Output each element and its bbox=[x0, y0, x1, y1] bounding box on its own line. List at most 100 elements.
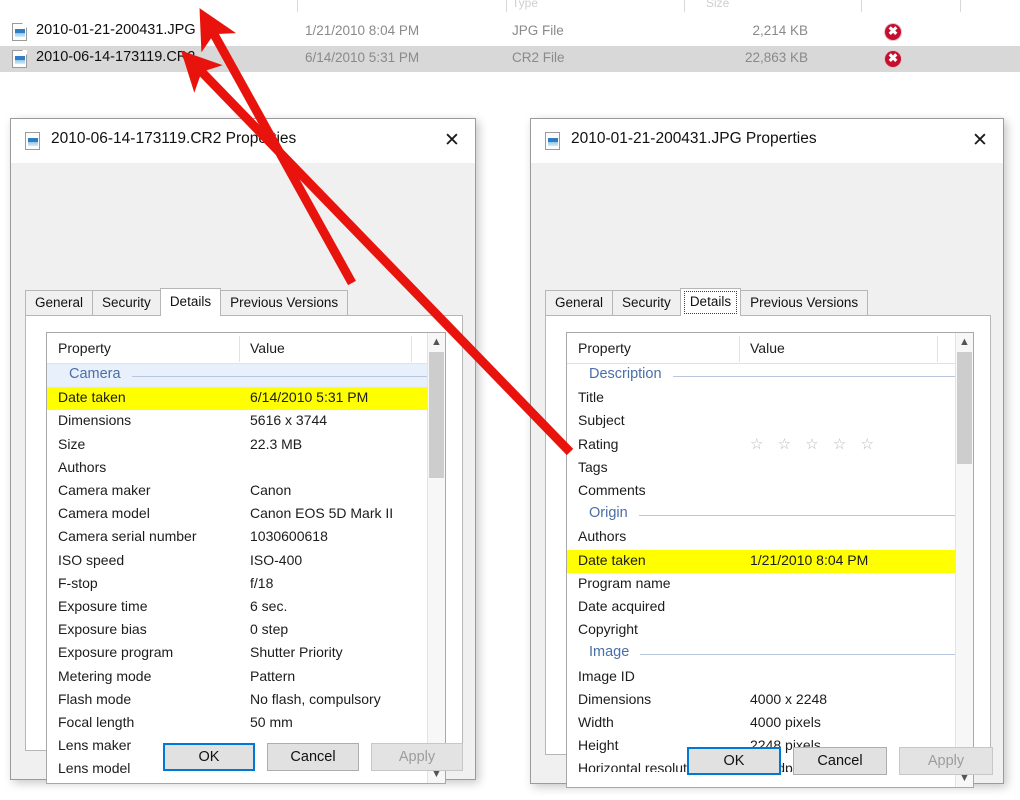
file-size: 2,214 KB bbox=[752, 23, 808, 38]
property-list-body: Description Title Subject Rating ☆ ☆ ☆ ☆ ☆ Ta… bbox=[567, 364, 973, 787]
tab-general[interactable]: General bbox=[25, 290, 94, 316]
property-row[interactable]: Exposure bias 0 step bbox=[47, 619, 445, 642]
property-row[interactable]: Rating ☆ ☆ ☆ ☆ ☆ bbox=[567, 434, 973, 457]
group-divider bbox=[132, 376, 435, 377]
scroll-up-icon[interactable]: ▲ bbox=[428, 333, 445, 351]
image-file-icon bbox=[12, 50, 27, 68]
scrollbar-thumb[interactable] bbox=[957, 352, 972, 464]
property-row[interactable]: Image ID bbox=[567, 666, 973, 689]
property-value: 6 sec. bbox=[250, 598, 288, 614]
property-row[interactable]: ISO speed ISO-400 bbox=[47, 550, 445, 573]
header-separator[interactable] bbox=[411, 336, 412, 362]
group-divider bbox=[639, 515, 963, 517]
property-list-header: Property Value bbox=[567, 333, 973, 364]
tab-previous-versions[interactable]: Previous Versions bbox=[220, 290, 349, 316]
header-separator[interactable] bbox=[239, 336, 240, 362]
rating-stars-icon[interactable]: ☆ ☆ ☆ ☆ ☆ bbox=[750, 435, 879, 453]
property-value: 5616 x 3744 bbox=[250, 412, 328, 429]
vertical-scrollbar[interactable]: ▲ ▼ bbox=[955, 333, 973, 787]
column-header-property[interactable]: Property bbox=[578, 340, 631, 356]
property-row[interactable]: Program name bbox=[567, 573, 973, 596]
apply-button: Apply bbox=[899, 747, 993, 775]
close-icon[interactable]: ✕ bbox=[957, 119, 1003, 163]
column-header-type[interactable]: Type bbox=[512, 0, 538, 10]
cancel-button[interactable]: Cancel bbox=[267, 743, 359, 771]
file-row-cr2[interactable]: 2010-06-14-173119.CR2 6/14/2010 5:31 PM … bbox=[0, 46, 1020, 72]
property-name: Flash mode bbox=[58, 690, 132, 707]
property-row[interactable]: Flash mode No flash, compulsory bbox=[47, 689, 445, 712]
error-circle-icon[interactable]: ✖ bbox=[885, 51, 901, 67]
property-value: 1030600618 bbox=[250, 528, 328, 545]
properties-dialog-cr2: 2010-06-14-173119.CR2 Properties ✕ Gener… bbox=[10, 118, 476, 784]
property-row[interactable]: Authors bbox=[567, 526, 973, 549]
tab-details[interactable]: Details bbox=[679, 288, 742, 316]
property-row[interactable]: Camera serial number 1030600618 bbox=[47, 526, 445, 549]
property-group-label: Origin bbox=[589, 505, 628, 522]
property-row[interactable]: Dimensions 4000 x 2248 bbox=[567, 689, 973, 712]
property-row[interactable]: F-stop f/18 bbox=[47, 573, 445, 596]
column-header-property[interactable]: Property bbox=[58, 340, 111, 356]
property-row[interactable]: Comments bbox=[567, 480, 973, 503]
property-row[interactable]: Tags bbox=[567, 457, 973, 480]
property-list-jpg[interactable]: Property Value Description Title Subject Ra… bbox=[566, 332, 974, 788]
property-row[interactable]: Date taken 1/21/2010 8:04 PM bbox=[567, 549, 973, 573]
tab-label: Previous Versions bbox=[750, 295, 859, 310]
tab-general[interactable]: General bbox=[545, 290, 614, 316]
scroll-up-icon[interactable]: ▲ bbox=[956, 333, 973, 351]
column-divider bbox=[861, 0, 862, 12]
apply-button: Apply bbox=[371, 743, 463, 771]
property-value: 6/14/2010 5:31 PM bbox=[250, 389, 369, 406]
property-row[interactable]: Date taken 6/14/2010 5:31 PM bbox=[47, 387, 445, 411]
tab-label: Details bbox=[169, 294, 212, 309]
property-name: Width bbox=[578, 714, 614, 730]
property-row[interactable]: Camera maker Canon bbox=[47, 480, 445, 503]
header-separator[interactable] bbox=[739, 336, 740, 362]
property-name: Date taken bbox=[58, 389, 126, 406]
image-file-icon bbox=[545, 132, 560, 150]
property-name: Camera maker bbox=[58, 482, 151, 498]
property-name: Camera model bbox=[58, 505, 150, 522]
dialog-titlebar[interactable]: 2010-01-21-200431.JPG Properties ✕ bbox=[531, 119, 1003, 163]
file-date-modified: 6/14/2010 5:31 PM bbox=[305, 50, 420, 65]
tab-security[interactable]: Security bbox=[92, 290, 161, 316]
column-header-value[interactable]: Value bbox=[750, 340, 785, 356]
property-name: Subject bbox=[578, 412, 625, 429]
property-group-header: Origin bbox=[567, 503, 973, 526]
property-row[interactable]: Size 22.3 MB bbox=[47, 434, 445, 457]
property-value: Shutter Priority bbox=[250, 644, 343, 661]
file-name: 2010-01-21-200431.JPG bbox=[36, 22, 196, 38]
property-row[interactable]: Camera model Canon EOS 5D Mark II bbox=[47, 503, 445, 526]
column-divider bbox=[506, 0, 507, 12]
property-row[interactable]: Width 4000 pixels bbox=[567, 712, 973, 735]
property-value: 50 mm bbox=[250, 714, 293, 730]
property-row[interactable]: Date acquired bbox=[567, 596, 973, 619]
column-header-value[interactable]: Value bbox=[250, 340, 285, 356]
scrollbar-thumb[interactable] bbox=[429, 352, 444, 478]
header-separator[interactable] bbox=[937, 336, 938, 362]
property-row[interactable]: Subject bbox=[567, 410, 973, 433]
property-name: Image ID bbox=[578, 667, 635, 684]
property-row[interactable]: Metering mode Pattern bbox=[47, 666, 445, 689]
dialog-titlebar[interactable]: 2010-06-14-173119.CR2 Properties ✕ bbox=[11, 119, 475, 163]
property-row[interactable]: Focal length 50 mm bbox=[47, 712, 445, 735]
property-row[interactable]: Exposure time 6 sec. bbox=[47, 596, 445, 619]
file-row-jpg[interactable]: 2010-01-21-200431.JPG 1/21/2010 8:04 PM … bbox=[0, 19, 1020, 45]
tab-previous-versions[interactable]: Previous Versions bbox=[740, 290, 869, 316]
vertical-scrollbar[interactable]: ▲ ▼ bbox=[427, 333, 445, 783]
property-row[interactable]: Exposure program Shutter Priority bbox=[47, 642, 445, 665]
property-row[interactable]: Dimensions 5616 x 3744 bbox=[47, 410, 445, 433]
ok-button[interactable]: OK bbox=[163, 743, 255, 771]
column-header-size[interactable]: Size bbox=[706, 0, 729, 10]
property-value: 22.3 MB bbox=[250, 435, 303, 452]
property-row[interactable]: Authors bbox=[47, 457, 445, 480]
tab-security[interactable]: Security bbox=[612, 290, 681, 316]
tab-details[interactable]: Details bbox=[159, 288, 222, 316]
cancel-button[interactable]: Cancel bbox=[793, 747, 887, 775]
close-icon[interactable]: ✕ bbox=[429, 119, 475, 163]
property-row[interactable]: Title bbox=[567, 387, 973, 410]
property-row[interactable]: Copyright bbox=[567, 619, 973, 642]
property-list-cr2[interactable]: Property Value Camera Date taken 6/14/2010… bbox=[46, 332, 446, 784]
ok-button[interactable]: OK bbox=[687, 747, 781, 775]
error-circle-icon[interactable]: ✖ bbox=[885, 24, 901, 40]
property-name: Metering mode bbox=[58, 667, 152, 684]
